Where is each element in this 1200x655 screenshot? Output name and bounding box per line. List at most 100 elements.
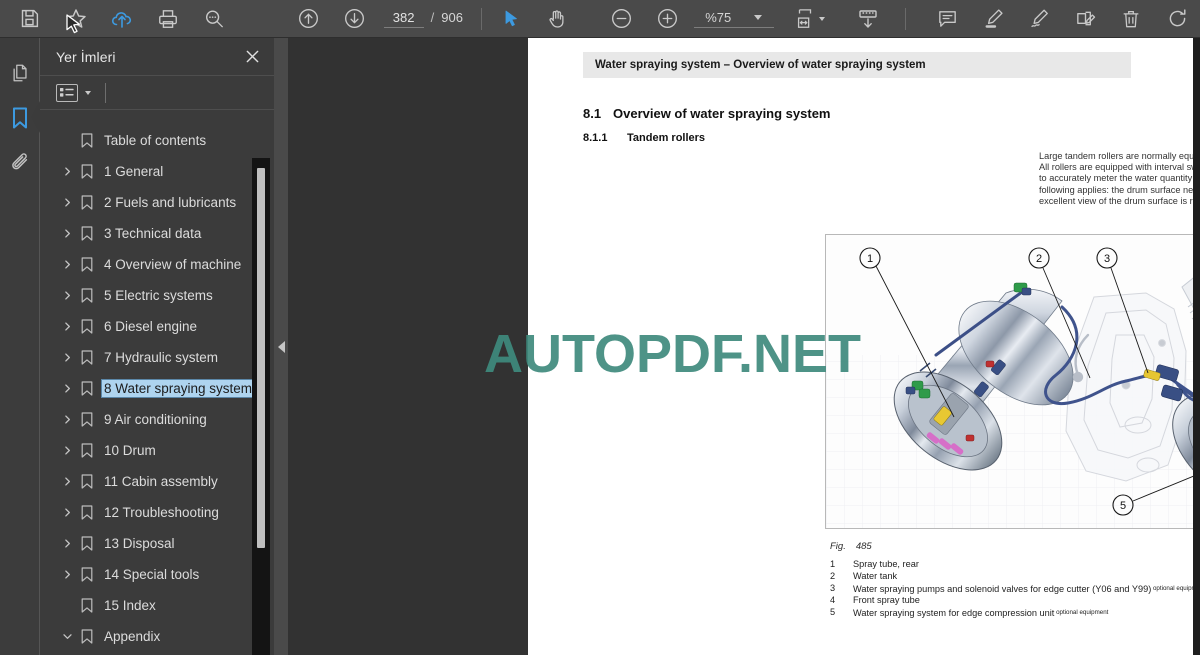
upload-cloud-button[interactable]	[99, 0, 145, 38]
chevron-right-icon[interactable]	[58, 349, 76, 367]
chevron-right-icon[interactable]	[58, 256, 76, 274]
comment-icon	[936, 7, 959, 30]
chevron-right-icon[interactable]	[58, 411, 76, 429]
section-heading-1-number: 8.1	[583, 106, 602, 121]
chevron-right-icon[interactable]	[58, 504, 76, 522]
chevron-right-icon[interactable]	[58, 225, 76, 243]
bookmark-label: 4 Overview of machine	[104, 257, 242, 272]
bookmark-item[interactable]: 10 Drum	[40, 435, 274, 466]
print-button[interactable]	[145, 0, 191, 38]
bookmark-item[interactable]: 4 Overview of machine	[40, 249, 274, 280]
arrow-down-circle-icon	[343, 7, 366, 30]
bookmark-label: 1 General	[104, 164, 164, 179]
figure-legend: 1 Spray tube, rear 2 Water tank 3 Water spray…	[830, 559, 1193, 620]
chevron-right-icon[interactable]	[58, 380, 76, 398]
body-paragraph: Large tandem rollers are normally equipp…	[1039, 151, 1193, 206]
svg-text:1: 1	[867, 253, 873, 265]
bookmark-icon	[76, 443, 98, 458]
legend-text: Front spray tube	[853, 595, 920, 606]
legend-text: Water spraying system for edge compressi…	[853, 608, 1109, 619]
bookmark-icon	[76, 381, 98, 396]
legend-note: optional equipment	[1152, 584, 1193, 592]
sidebar-collapse-handle[interactable]	[274, 38, 288, 655]
bookmark-item[interactable]: 6 Diesel engine	[40, 311, 274, 342]
bookmarks-scrollbar[interactable]	[252, 158, 270, 655]
bookmark-label: 3 Technical data	[104, 226, 202, 241]
chevron-right-icon[interactable]	[58, 287, 76, 305]
chevron-down-icon[interactable]	[85, 90, 91, 95]
bookmark-options-button[interactable]	[56, 83, 78, 102]
chevron-right-icon[interactable]	[58, 194, 76, 212]
bookmark-item[interactable]: 3 Technical data	[40, 218, 274, 249]
bookmark-tree[interactable]: Table of contents 1 General 2 Fuels and lu…	[40, 111, 274, 655]
chevron-right-icon[interactable]	[58, 535, 76, 553]
legend-note: optional equipment	[1054, 609, 1109, 617]
fit-page-button[interactable]	[787, 0, 833, 38]
pan-tool-button[interactable]	[534, 0, 580, 38]
scroll-mode-button[interactable]	[845, 0, 891, 38]
collapse-left-icon	[277, 340, 285, 353]
figure-caption-label: Fig.	[830, 541, 846, 552]
zoom-in-button[interactable]	[644, 0, 690, 38]
section-heading-2: 8.1.1 Tandem rollers	[583, 132, 705, 144]
bookmark-icon	[76, 629, 98, 644]
bookmark-item[interactable]: 14 Special tools	[40, 559, 274, 590]
legend-number: 1	[830, 559, 836, 569]
favorite-button[interactable]	[53, 0, 99, 38]
page-number-input[interactable]: 382	[383, 9, 424, 28]
bookmarks-panel-toolbar	[40, 76, 274, 110]
bookmark-item[interactable]: Table of contents	[40, 125, 274, 156]
chevron-down-icon[interactable]	[58, 628, 76, 646]
sidebar-tab-attachments[interactable]	[0, 140, 39, 185]
legend-number: 4	[830, 595, 836, 606]
bookmark-label: 11 Cabin assembly	[104, 474, 218, 489]
zoom-level-selector[interactable]: %75	[694, 9, 775, 28]
legend-number: 5	[830, 607, 836, 618]
bookmark-item[interactable]: 12 Troubleshooting	[40, 497, 274, 528]
chevron-right-icon[interactable]	[58, 163, 76, 181]
search-button[interactable]	[191, 0, 237, 38]
bookmark-icon	[76, 226, 98, 241]
previous-page-button[interactable]	[286, 0, 332, 38]
section-heading-2-number: 8.1.1	[583, 132, 608, 144]
pdf-reader-window: 382 / 906 %75 Yer İmleri Table of conten…	[0, 0, 1200, 655]
arrow-up-circle-icon	[297, 7, 320, 30]
chevron-right-icon[interactable]	[58, 473, 76, 491]
bookmark-label: 8 Water spraying system	[100, 379, 256, 398]
next-page-button[interactable]	[332, 0, 378, 38]
chevron-right-icon[interactable]	[58, 318, 76, 336]
sidebar-tab-bookmarks[interactable]	[0, 95, 40, 140]
ink-button[interactable]	[1016, 0, 1062, 38]
bookmark-icon	[76, 195, 98, 210]
bookmark-item[interactable]: 15 Index	[40, 590, 274, 621]
stamp-button[interactable]	[1062, 0, 1108, 38]
bookmark-item[interactable]: 9 Air conditioning	[40, 404, 274, 435]
bookmark-label: 9 Air conditioning	[104, 412, 207, 427]
save-button[interactable]	[7, 0, 53, 38]
bookmarks-panel-header: Yer İmleri	[40, 38, 274, 76]
highlight-button[interactable]	[970, 0, 1016, 38]
zoom-out-button[interactable]	[598, 0, 644, 38]
document-viewer[interactable]: Water spraying system – Overview of wate…	[288, 38, 1193, 655]
bookmark-item[interactable]: 1 General	[40, 156, 274, 187]
rotate-button[interactable]	[1154, 0, 1200, 38]
bookmark-item[interactable]: 2 Fuels and lubricants	[40, 187, 274, 218]
comment-button[interactable]	[924, 0, 970, 38]
bookmark-item[interactable]: Appendix	[40, 621, 274, 652]
page-nav-toolgroup: 382 / 906	[286, 0, 463, 37]
bookmarks-scrollbar-thumb[interactable]	[257, 168, 265, 548]
bookmark-label: 7 Hydraulic system	[104, 350, 219, 365]
close-panel-button[interactable]	[242, 47, 262, 67]
bookmark-item[interactable]: 7 Hydraulic system	[40, 342, 274, 373]
sidebar-tab-thumbnails[interactable]	[0, 50, 39, 95]
select-tool-button[interactable]	[488, 0, 534, 38]
delete-button[interactable]	[1108, 0, 1154, 38]
chevron-right-icon[interactable]	[58, 442, 76, 460]
legend-number: 2	[830, 570, 836, 581]
bookmark-item[interactable]: 11 Cabin assembly	[40, 466, 274, 497]
bookmark-item[interactable]: 5 Electric systems	[40, 280, 274, 311]
bookmark-item[interactable]: 13 Disposal	[40, 528, 274, 559]
highlighter-icon	[982, 7, 1005, 30]
bookmark-item[interactable]: 8 Water spraying system	[40, 373, 274, 404]
chevron-right-icon[interactable]	[58, 566, 76, 584]
